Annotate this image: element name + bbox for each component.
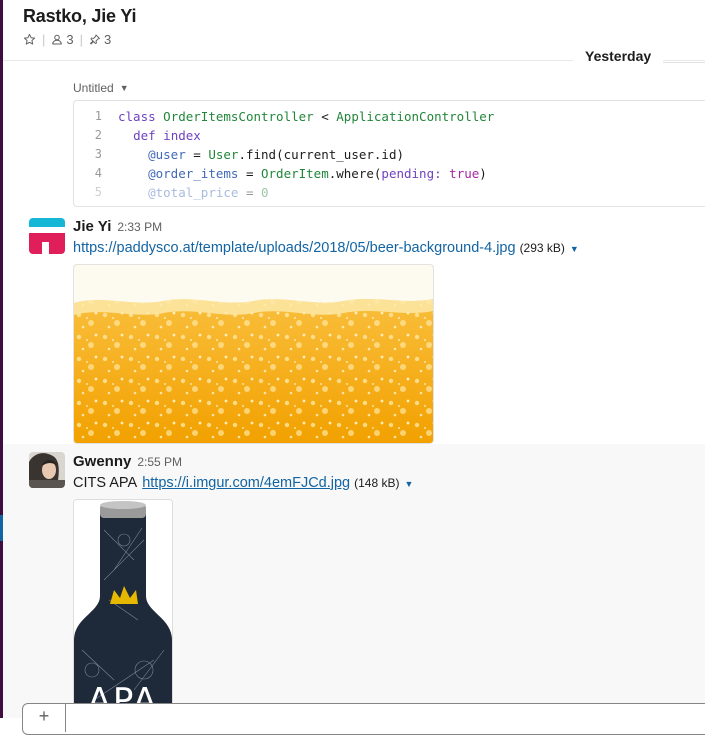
timestamp[interactable]: 2:55 PM — [137, 455, 182, 469]
caret-down-icon[interactable]: ▼ — [120, 83, 129, 93]
caret-down-icon[interactable]: ▼ — [404, 479, 413, 489]
file-size: (148 kB) — [354, 476, 400, 490]
pinned-count: 3 — [104, 32, 112, 47]
line-number: 2 — [94, 128, 102, 142]
day-divider: Yesterday — [3, 48, 705, 68]
code-body: class OrderItemsController < Application… — [118, 107, 494, 202]
avatar[interactable] — [29, 452, 65, 488]
snippet-header[interactable]: Untitled ▼ — [73, 81, 129, 95]
code-line: def index — [133, 128, 201, 143]
code-line: class OrderItemsController < Application… — [118, 109, 495, 124]
message-text: CITS APA — [73, 475, 138, 491]
add-attachment-button[interactable]: + — [23, 704, 66, 732]
message-jie-yi[interactable]: Jie Yi 2:33 PM https://paddysco.at/templ… — [3, 218, 705, 448]
code-snippet[interactable]: 1 2 3 4 5 class OrderItemsController < A… — [73, 100, 705, 207]
day-divider-label[interactable]: Yesterday — [573, 48, 664, 64]
separator: | — [79, 32, 84, 47]
message-header: Gwenny 2:55 PM — [73, 453, 182, 470]
snippet-title: Untitled — [73, 81, 114, 95]
message-header: Jie Yi 2:33 PM — [73, 218, 162, 235]
beer-image[interactable] — [73, 264, 434, 444]
message-body: https://paddysco.at/template/uploads/201… — [73, 240, 579, 256]
attachment-link[interactable]: https://paddysco.at/template/uploads/201… — [73, 240, 516, 256]
caret-down-icon[interactable]: ▼ — [570, 244, 579, 254]
message-gwenny[interactable]: Gwenny 2:55 PM CITS APA https://i.imgur.… — [3, 444, 705, 721]
channel-meta: | 3 | 3 — [23, 32, 111, 47]
message-body: CITS APA https://i.imgur.com/4emFJCd.jpg… — [73, 475, 413, 491]
sender-name[interactable]: Jie Yi — [73, 218, 111, 235]
code-line: @total_price = 0 — [148, 185, 269, 200]
sender-name[interactable]: Gwenny — [73, 453, 131, 470]
avatar[interactable] — [29, 218, 65, 254]
star-icon[interactable] — [23, 33, 36, 46]
file-size: (293 kB) — [519, 241, 565, 255]
pin-icon[interactable]: 3 — [89, 32, 111, 47]
members-count: 3 — [66, 32, 74, 47]
code-line: @order_items = OrderItem.where(pending: … — [148, 166, 487, 181]
line-number: 3 — [94, 147, 102, 161]
members-icon[interactable]: 3 — [51, 32, 74, 47]
channel-title[interactable]: Rastko, Jie Yi — [23, 6, 136, 27]
bottle-image[interactable]: APA — [73, 499, 173, 721]
line-number: 1 — [94, 109, 102, 123]
attachment-link[interactable]: https://i.imgur.com/4emFJCd.jpg — [142, 475, 350, 491]
line-number: 4 — [94, 166, 102, 180]
timestamp[interactable]: 2:33 PM — [117, 220, 162, 234]
line-number: 5 — [94, 185, 102, 199]
line-numbers: 1 2 3 4 5 — [74, 107, 110, 202]
separator: | — [42, 32, 46, 47]
message-composer[interactable]: + — [22, 703, 705, 735]
code-line: @user = User.find(current_user.id) — [148, 147, 405, 162]
